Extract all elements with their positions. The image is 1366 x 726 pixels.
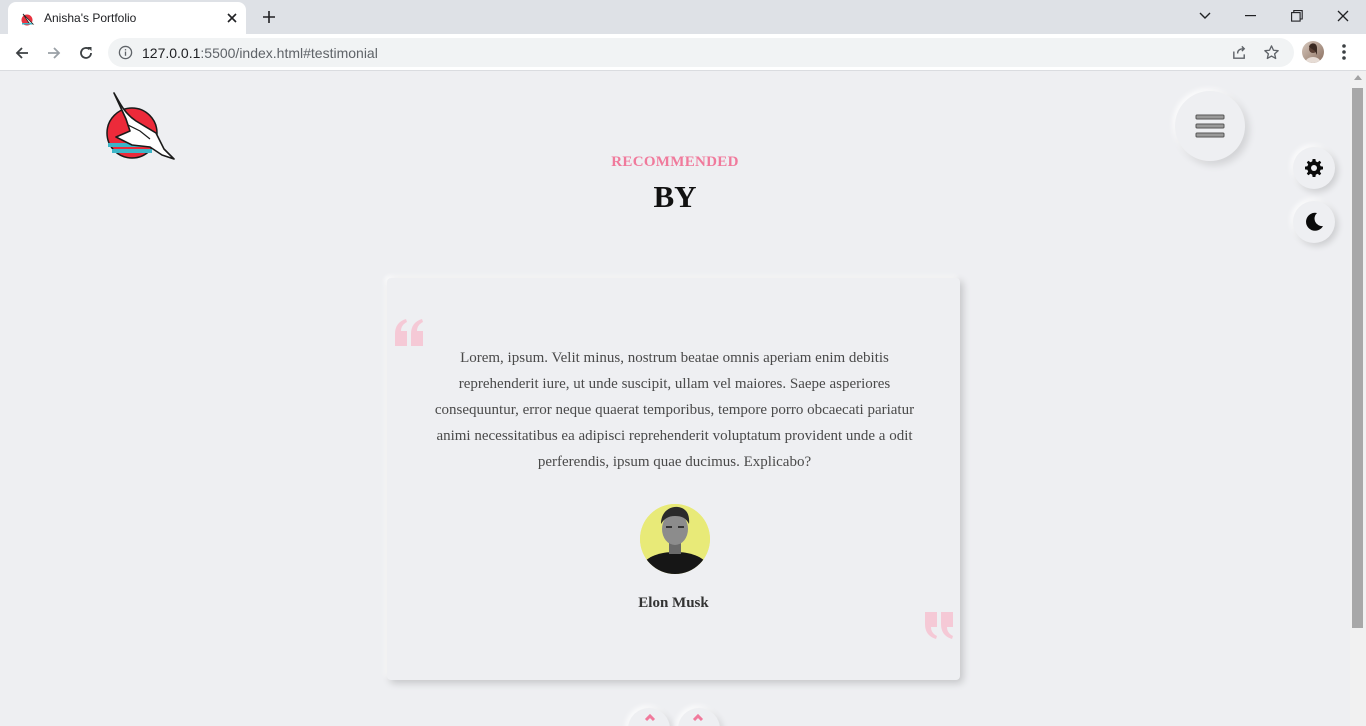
url-text: 127.0.0.1:5500/index.html#testimonial	[142, 45, 378, 61]
minimize-icon[interactable]	[1228, 0, 1274, 32]
browser-tab-strip: Anisha's Portfolio	[0, 0, 1366, 34]
browser-tab[interactable]: Anisha's Portfolio	[8, 2, 246, 34]
section-heading: BY	[653, 179, 697, 214]
close-quote-icon	[925, 612, 953, 639]
open-quote-icon	[395, 319, 423, 346]
next-slide-button[interactable]	[678, 708, 720, 726]
close-icon[interactable]	[1320, 0, 1366, 32]
back-arrow-icon[interactable]	[9, 40, 35, 66]
url-host: 127.0.0.1	[142, 45, 201, 61]
share-icon[interactable]	[1231, 44, 1248, 61]
menu-button[interactable]	[1175, 91, 1245, 161]
forward-arrow-icon[interactable]	[41, 40, 67, 66]
avatar	[640, 504, 710, 574]
chevron-right-icon	[692, 713, 704, 722]
info-icon[interactable]	[118, 45, 133, 60]
moon-icon	[1306, 212, 1323, 231]
new-tab-icon[interactable]	[260, 8, 278, 26]
tab-title: Anisha's Portfolio	[44, 11, 137, 25]
page-viewport: RECOMMENDED BY Lorem, ipsum. Velit minus…	[0, 71, 1350, 726]
tab-close-icon[interactable]	[224, 10, 240, 26]
testimonial-card: Lorem, ipsum. Velit minus, nostrum beata…	[387, 278, 960, 680]
browser-toolbar: 127.0.0.1:5500/index.html#testimonial	[0, 34, 1366, 71]
hamburger-icon	[1195, 114, 1225, 138]
url-path: :5500/index.html#testimonial	[200, 45, 378, 61]
logo[interactable]	[106, 91, 176, 163]
page-scrollbar[interactable]	[1350, 71, 1366, 726]
prev-slide-button[interactable]	[628, 708, 670, 726]
section-eyebrow: RECOMMENDED	[611, 154, 739, 170]
reload-icon[interactable]	[73, 40, 99, 66]
kebab-menu-icon[interactable]	[1336, 42, 1352, 62]
testimonial-text: Lorem, ipsum. Velit minus, nostrum beata…	[434, 350, 915, 470]
star-icon[interactable]	[1263, 44, 1280, 61]
restore-icon[interactable]	[1274, 0, 1320, 32]
tab-dropdown-icon[interactable]	[1182, 0, 1228, 32]
site-favicon-icon	[21, 13, 35, 26]
scroll-up-arrow-icon[interactable]	[1354, 75, 1362, 80]
testimonial-author: Elon Musk	[638, 595, 709, 611]
scrollbar-thumb[interactable]	[1352, 88, 1363, 628]
chevron-left-icon	[644, 713, 656, 722]
profile-avatar[interactable]	[1302, 41, 1324, 63]
address-bar[interactable]: 127.0.0.1:5500/index.html#testimonial	[108, 38, 1294, 67]
